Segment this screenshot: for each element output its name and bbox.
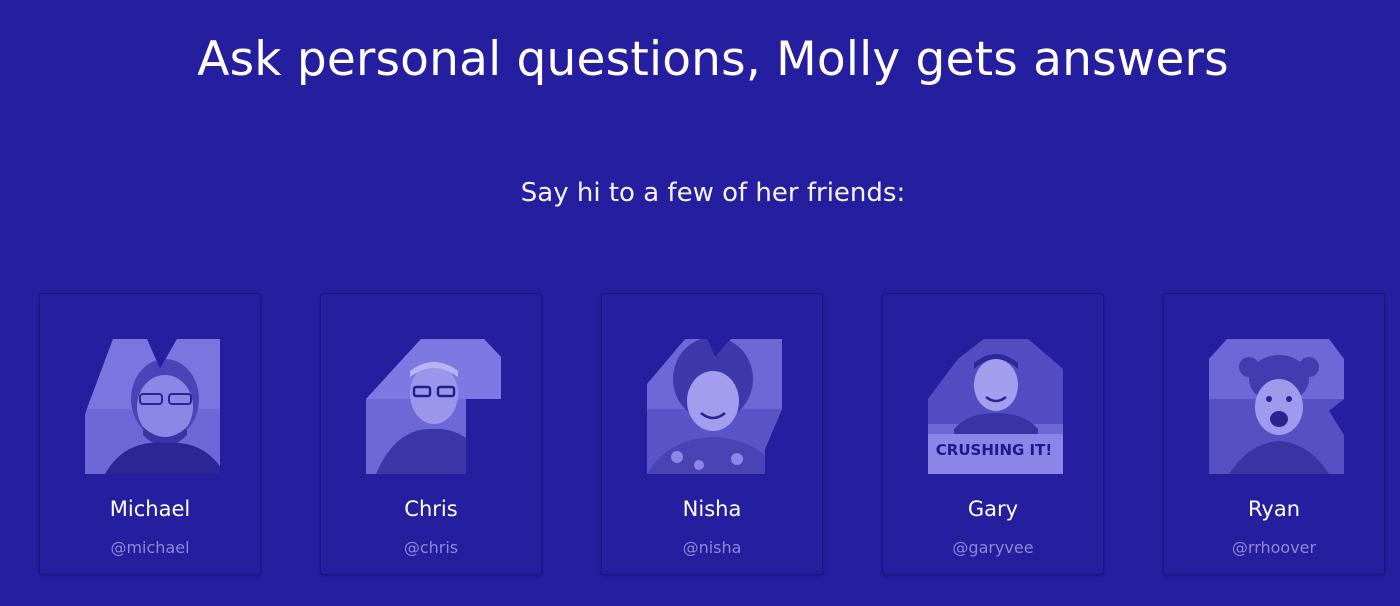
- friend-handle[interactable]: @nisha: [602, 538, 822, 557]
- michael-portrait-icon: [85, 339, 220, 474]
- avatar-caption: CRUSHING IT!: [936, 441, 1052, 459]
- friend-handle[interactable]: @chris: [321, 538, 541, 557]
- page-headline: Ask personal questions, Molly gets answe…: [197, 32, 1229, 87]
- friend-handle[interactable]: @rrhoover: [1164, 538, 1384, 557]
- nisha-portrait-icon: [647, 339, 782, 474]
- friend-name: Gary: [967, 497, 1019, 521]
- chris-portrait-icon: [366, 339, 501, 474]
- gary-portrait-icon: CRUSHING IT!: [928, 339, 1063, 474]
- friend-card-nisha[interactable]: Nisha @nisha: [601, 293, 823, 575]
- friend-handle[interactable]: @garyvee: [883, 538, 1103, 557]
- friend-card-michael[interactable]: Michael @michael: [39, 293, 261, 575]
- friend-name: Nisha: [682, 497, 742, 521]
- friend-handle[interactable]: @michael: [40, 538, 260, 557]
- page-subheadline: Say hi to a few of her friends:: [520, 178, 906, 208]
- friend-card-chris[interactable]: Chris @chris: [320, 293, 542, 575]
- friend-card-ryan[interactable]: Ryan @rrhoover: [1163, 293, 1385, 575]
- ryan-portrait-icon: [1209, 339, 1344, 474]
- friend-card-gary[interactable]: CRUSHING IT! Gary @garyvee: [882, 293, 1104, 575]
- friend-name: Chris: [404, 497, 458, 521]
- friend-cards: Michael @michael Chris @chris Nisha @nis…: [39, 293, 1400, 578]
- friend-name: Ryan: [1247, 497, 1301, 521]
- friend-name: Michael: [109, 497, 191, 521]
